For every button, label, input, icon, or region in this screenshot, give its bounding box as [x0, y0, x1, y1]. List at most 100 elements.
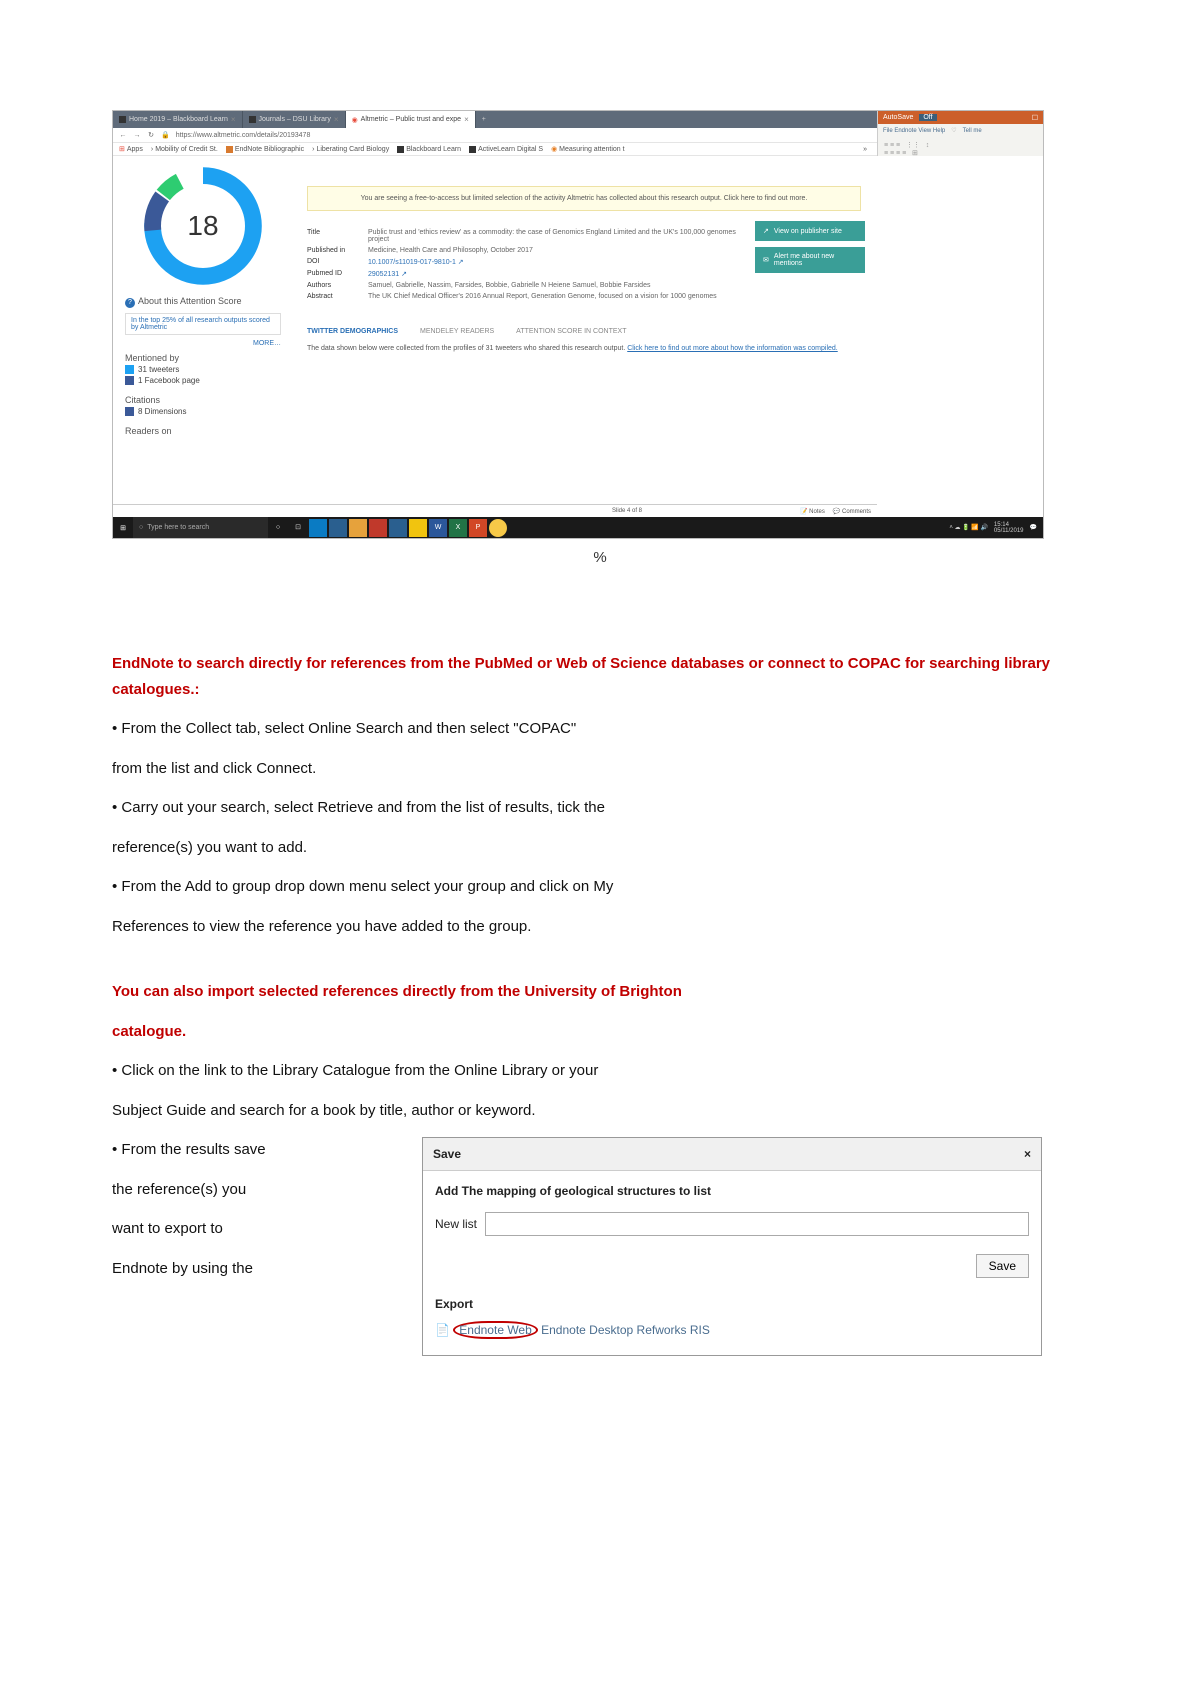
- word-icon[interactable]: W: [429, 519, 447, 537]
- new-tab-button[interactable]: +: [476, 116, 492, 123]
- browser-tab-3[interactable]: ◉ Altmetric – Public trust and expe ×: [346, 111, 476, 128]
- presentation-footer: Slide 4 of 8 📝 Notes 💬 Comments: [113, 504, 877, 517]
- altmetric-main: You are seeing a free-to-access but limi…: [291, 156, 871, 538]
- ppt-icon[interactable]: P: [469, 519, 487, 537]
- save-subtitle: Add The mapping of geological structures…: [435, 1181, 1029, 1201]
- para-8: Subject Guide and search for a book by t…: [112, 1098, 1088, 1124]
- meta-abstract: The UK Chief Medical Officer's 2016 Annu…: [368, 293, 741, 300]
- meta-doi[interactable]: 10.1007/s11019-017-9810-1 ↗: [368, 258, 741, 266]
- endnote-web-link[interactable]: Endnote Web: [453, 1321, 538, 1339]
- save-dialog: Save × Add The mapping of geological str…: [422, 1137, 1042, 1356]
- info-banner[interactable]: You are seeing a free-to-access but limi…: [307, 186, 861, 211]
- save-title: Save: [433, 1144, 461, 1164]
- bookmark-1[interactable]: › Mobility of Credit St.: [151, 146, 218, 153]
- more-link[interactable]: More…: [125, 340, 281, 347]
- reload-button[interactable]: ↻: [147, 131, 155, 139]
- altmetric-donut: 18: [143, 166, 263, 286]
- forward-button[interactable]: →: [133, 132, 141, 139]
- url-field[interactable]: https://www.altmetric.com/details/201934…: [176, 132, 1000, 139]
- browser-tab-2[interactable]: Journals – DSU Library ×: [243, 111, 346, 128]
- para-9c: want to export to: [112, 1216, 402, 1242]
- word-sign-in[interactable]: Off: [919, 114, 936, 121]
- heading-import-2: catalogue.: [112, 1019, 1088, 1045]
- start-button[interactable]: ⊞: [113, 524, 133, 532]
- demographics-tabs: TWITTER DEMOGRAPHICS MENDELEY READERS AT…: [307, 328, 861, 335]
- bookmark-2[interactable]: EndNote Bibliographic: [226, 146, 304, 153]
- tweeter-count[interactable]: 31 tweeters: [125, 365, 281, 374]
- score-description: In the top 25% of all research outputs s…: [125, 313, 281, 335]
- word-tab-list[interactable]: File Endnote View Help: [883, 128, 945, 134]
- alert-me-button[interactable]: ✉ Alert me about new mentions: [755, 247, 865, 273]
- bookmark-5[interactable]: ActiveLearn Digital S: [469, 146, 543, 153]
- secure-icon: 🔒: [161, 131, 170, 139]
- app-icon-2[interactable]: [409, 519, 427, 537]
- para-1: • From the Collect tab, select Online Se…: [112, 716, 1088, 742]
- close-icon[interactable]: ×: [1024, 1144, 1031, 1164]
- app-icon-1[interactable]: [369, 519, 387, 537]
- new-list-input[interactable]: [485, 1212, 1029, 1236]
- tab-twitter[interactable]: TWITTER DEMOGRAPHICS: [307, 328, 398, 335]
- export-label: Export: [435, 1294, 1029, 1314]
- help-icon[interactable]: ?: [125, 298, 135, 308]
- dimensions-count[interactable]: 8 Dimensions: [125, 407, 281, 416]
- notes-button[interactable]: Notes: [809, 509, 825, 515]
- attention-score: 18: [187, 210, 218, 242]
- notification-icon[interactable]: 💬: [1030, 524, 1037, 531]
- screenshot-container: AutoSave Off ☐ File Endnote View Help ♡ …: [112, 110, 1044, 539]
- para-7: • Click on the link to the Library Catal…: [112, 1058, 1088, 1084]
- para-9d: Endnote by using the: [112, 1256, 402, 1282]
- tab-mendeley[interactable]: MENDELEY READERS: [420, 328, 494, 335]
- heading-import-1: You can also import selected references …: [112, 979, 1088, 1005]
- browser-tab-1[interactable]: Home 2019 – Blackboard Learn ×: [113, 111, 243, 128]
- meta-authors: Samuel, Gabrielle, Nassim, Farsides, Bob…: [368, 282, 741, 289]
- readers-heading: Readers on: [125, 426, 281, 436]
- word-tell-me[interactable]: Tell me: [963, 128, 982, 134]
- clock[interactable]: 15:1405/11/2019: [994, 522, 1024, 534]
- about-score-heading: ?About this Attention Score: [125, 296, 281, 308]
- word-user-icon: ☐: [1032, 114, 1038, 122]
- autosave-label: AutoSave: [883, 114, 913, 121]
- percent-marker: %: [112, 549, 1088, 566]
- task-view-icon[interactable]: ⊡: [289, 519, 307, 537]
- tab-context[interactable]: ATTENTION SCORE IN CONTEXT: [516, 328, 626, 335]
- para-3: • Carry out your search, select Retrieve…: [112, 795, 1088, 821]
- folder-icon[interactable]: [349, 519, 367, 537]
- meta-published: Medicine, Health Care and Philosophy, Oc…: [368, 247, 741, 254]
- para-5: • From the Add to group drop down menu s…: [112, 874, 1088, 900]
- facebook-count[interactable]: 1 Facebook page: [125, 376, 281, 385]
- document-body: EndNote to search directly for reference…: [112, 651, 1088, 1356]
- para-6: References to view the reference you hav…: [112, 914, 1088, 940]
- save-button[interactable]: Save: [976, 1254, 1029, 1278]
- comments-button[interactable]: Comments: [842, 509, 871, 515]
- new-list-label: New list: [435, 1214, 477, 1234]
- back-button[interactable]: ←: [119, 132, 127, 139]
- bookmark-3[interactable]: › Liberating Card Biology: [312, 146, 389, 153]
- para-9b: the reference(s) you: [112, 1177, 402, 1203]
- tray-icons[interactable]: ˄ ☁ 🔋 📶 🔊: [949, 524, 988, 531]
- cortana-icon[interactable]: ○: [269, 519, 287, 537]
- apps-button[interactable]: ⊞ Apps: [119, 145, 143, 153]
- altmetric-sidebar: 18 ?About this Attention Score In the to…: [113, 156, 291, 538]
- export-other-link[interactable]: Endnote Desktop Refworks RIS: [541, 1323, 710, 1337]
- mentioned-heading: Mentioned by: [125, 353, 281, 363]
- slide-counter: Slide 4 of 8: [612, 508, 642, 514]
- compile-info-link[interactable]: Click here to find out more about how th…: [627, 345, 838, 352]
- bookmark-4[interactable]: Blackboard Learn: [397, 146, 461, 153]
- excel-icon[interactable]: X: [449, 519, 467, 537]
- view-publisher-button[interactable]: ↗ View on publisher site: [755, 221, 865, 241]
- para-4: reference(s) you want to add.: [112, 835, 1088, 861]
- meta-pubmed[interactable]: 29052131 ↗: [368, 270, 741, 278]
- word-tabs: File Endnote View Help ♡ Tell me: [878, 124, 1043, 137]
- word-titlebar: AutoSave Off ☐: [878, 111, 1043, 124]
- mail-icon[interactable]: [329, 519, 347, 537]
- para-2: from the list and click Connect.: [112, 756, 1088, 782]
- bookmark-overflow[interactable]: »: [863, 146, 867, 153]
- edge-icon[interactable]: [309, 519, 327, 537]
- export-links: 📄 Endnote Web Endnote Desktop Refworks R…: [435, 1320, 1029, 1340]
- store-icon[interactable]: [389, 519, 407, 537]
- citations-heading: Citations: [125, 395, 281, 405]
- bookmark-6[interactable]: ◉ Measuring attention t: [551, 145, 624, 153]
- chrome-icon[interactable]: [489, 519, 507, 537]
- meta-title: Public trust and 'ethics review' as a co…: [368, 229, 741, 243]
- taskbar-search[interactable]: ○ Type here to search: [133, 517, 268, 538]
